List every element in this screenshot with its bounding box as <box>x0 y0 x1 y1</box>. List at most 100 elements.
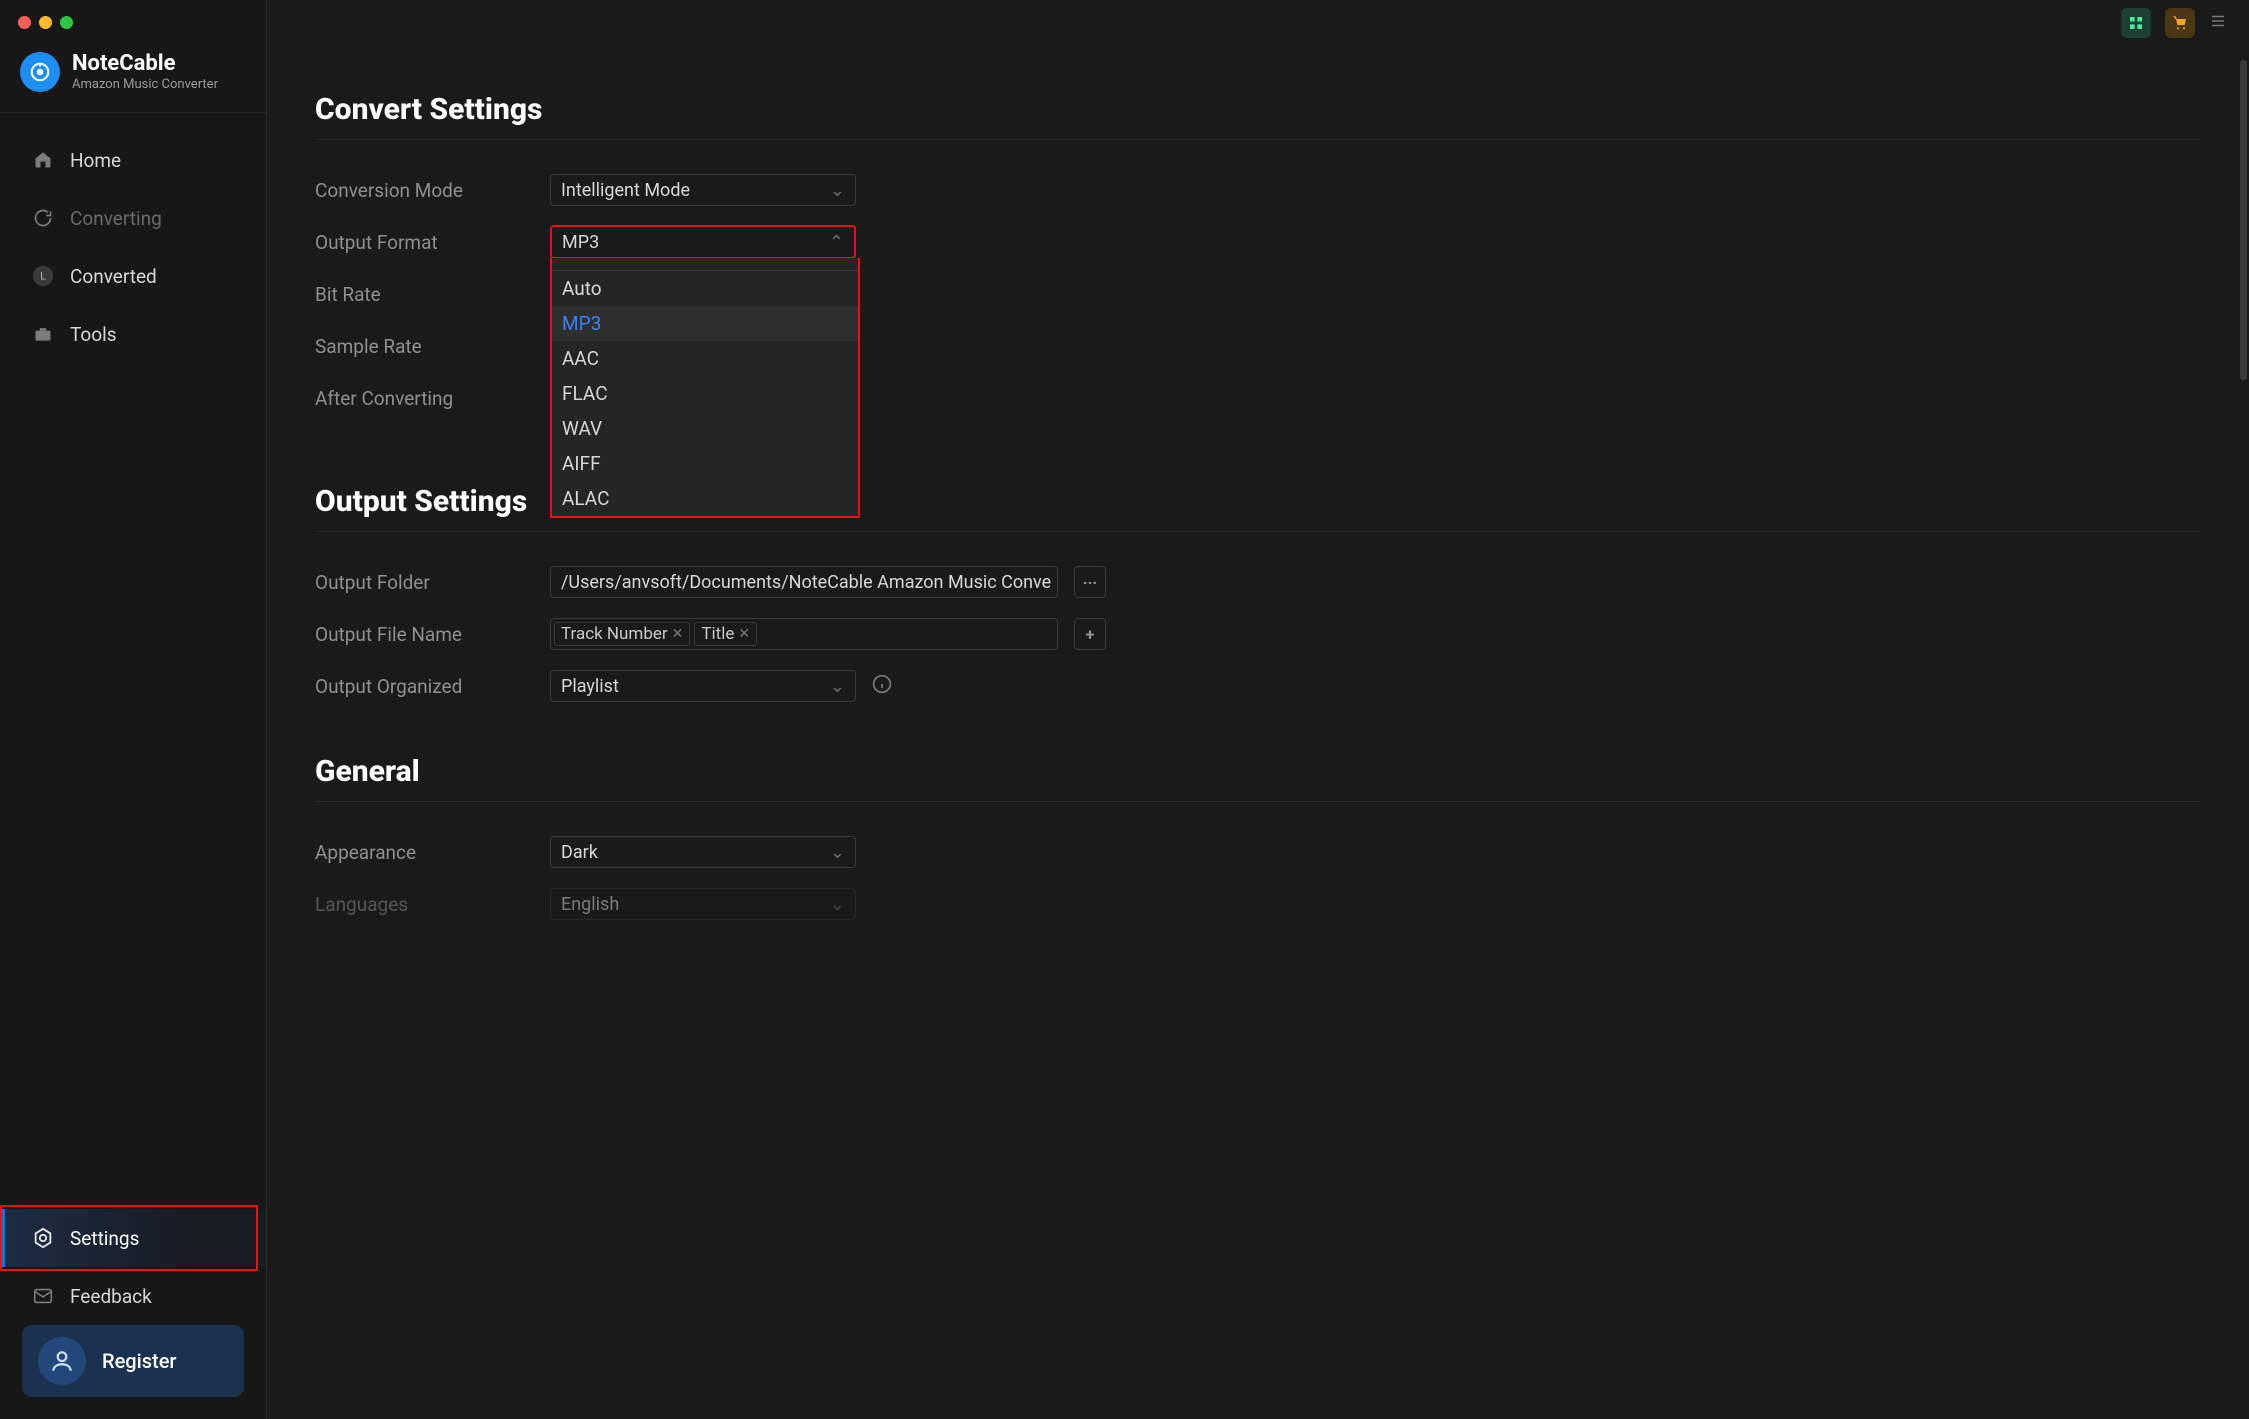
input-output-folder[interactable]: /Users/anvsoft/Documents/NoteCable Amazo… <box>550 566 1058 598</box>
app-title: NoteCable <box>72 52 218 76</box>
sidebar-item-converting[interactable]: Converting <box>0 189 266 247</box>
brand-header: NoteCable Amazon Music Converter <box>0 46 266 113</box>
dropdown-option-aac[interactable]: AAC <box>552 341 858 376</box>
dropdown-option-mp3[interactable]: MP3 <box>552 306 858 341</box>
sidebar-item-settings[interactable]: Settings <box>0 1209 266 1267</box>
chevron-up-icon: ⌃ <box>829 232 844 253</box>
tag-label: Track Number <box>561 624 668 644</box>
cart-button[interactable] <box>2165 8 2195 38</box>
row-output-organized: Output Organized Playlist ⌄ <box>315 660 2201 712</box>
divider <box>315 531 2201 532</box>
sidebar-item-converted[interactable]: L Converted <box>0 247 266 305</box>
label-output-organized: Output Organized <box>315 675 550 698</box>
scrollbar-thumb[interactable] <box>2240 60 2247 380</box>
home-icon <box>30 147 56 173</box>
user-icon <box>38 1337 86 1385</box>
window-maximize-button[interactable] <box>60 16 73 29</box>
select-value: English <box>561 894 619 915</box>
chevron-down-icon: ⌄ <box>830 894 845 915</box>
row-output-format: Output Format MP3 ⌃ AutoMP3AACFLACWAVAIF… <box>315 216 2201 268</box>
dropdown-option-flac[interactable]: FLAC <box>552 376 858 411</box>
active-indicator <box>0 1209 5 1267</box>
select-languages[interactable]: English ⌄ <box>550 888 856 920</box>
app-window: NoteCable Amazon Music Converter Home Co… <box>0 0 2249 1419</box>
browse-folder-button[interactable]: ··· <box>1074 566 1106 598</box>
converting-icon <box>30 205 56 231</box>
register-button[interactable]: Register <box>22 1325 244 1397</box>
section-general: General <box>315 754 2201 789</box>
tag-label: Title <box>701 624 734 644</box>
label-bit-rate: Bit Rate <box>315 283 550 306</box>
label-output-filename: Output File Name <box>315 623 550 646</box>
svg-text:L: L <box>40 272 46 283</box>
select-value: MP3 <box>562 232 599 253</box>
dropdown-option-wav[interactable]: WAV <box>552 411 858 446</box>
select-output-organized[interactable]: Playlist ⌄ <box>550 670 856 702</box>
settings-content: Convert Settings Conversion Mode Intelli… <box>267 92 2249 990</box>
app-logo-icon <box>20 52 60 92</box>
select-output-format[interactable]: MP3 ⌃ <box>550 225 856 259</box>
dropdown-output-format: AutoMP3AACFLACWAVAIFFALAC <box>550 258 860 518</box>
brand-text: NoteCable Amazon Music Converter <box>72 52 218 91</box>
titlebar <box>267 0 2249 46</box>
menu-button[interactable] <box>2209 12 2227 34</box>
sidebar-item-tools[interactable]: Tools <box>0 305 266 363</box>
label-sample-rate: Sample Rate <box>315 335 550 358</box>
row-output-folder: Output Folder /Users/anvsoft/Documents/N… <box>315 556 2201 608</box>
converted-icon: L <box>30 263 56 289</box>
sidebar-item-label: Converted <box>70 265 157 288</box>
scrollbar[interactable] <box>2240 60 2247 1399</box>
row-appearance: Appearance Dark ⌄ <box>315 826 2201 878</box>
select-value: Playlist <box>561 676 619 697</box>
label-after-converting: After Converting <box>315 387 550 410</box>
sidebar-item-label: Home <box>70 149 121 172</box>
sidebar-item-label: Tools <box>70 323 117 346</box>
info-icon[interactable] <box>872 674 892 698</box>
select-value: Dark <box>561 842 598 863</box>
window-minimize-button[interactable] <box>39 16 52 29</box>
sidebar-item-label: Feedback <box>70 1285 152 1308</box>
tools-icon <box>30 321 56 347</box>
divider <box>315 139 2201 140</box>
input-output-filename[interactable]: Track Number✕Title✕ <box>550 618 1058 650</box>
row-languages: Languages English ⌄ <box>315 878 2201 930</box>
remove-tag-icon[interactable]: ✕ <box>738 626 750 642</box>
row-output-filename: Output File Name Track Number✕Title✕ + <box>315 608 2201 660</box>
sidebar-item-label: Settings <box>70 1227 139 1250</box>
ellipsis-icon: ··· <box>1083 573 1097 592</box>
feedback-icon <box>30 1283 56 1309</box>
plus-icon: + <box>1086 625 1095 644</box>
label-appearance: Appearance <box>315 841 550 864</box>
sidebar: NoteCable Amazon Music Converter Home Co… <box>0 0 267 1419</box>
section-convert-settings: Convert Settings <box>315 92 2201 127</box>
select-conversion-mode[interactable]: Intelligent Mode ⌄ <box>550 174 856 206</box>
sidebar-nav: Home Converting L Converted Tools <box>0 113 266 1209</box>
sidebar-item-home[interactable]: Home <box>0 131 266 189</box>
label-conversion-mode: Conversion Mode <box>315 179 550 202</box>
toolbox-button[interactable] <box>2121 8 2151 38</box>
label-languages: Languages <box>315 893 550 916</box>
dropdown-option-auto[interactable]: Auto <box>552 271 858 306</box>
window-close-button[interactable] <box>18 16 31 29</box>
sidebar-item-feedback[interactable]: Feedback <box>0 1267 266 1325</box>
app-subtitle: Amazon Music Converter <box>72 77 218 92</box>
filename-tag[interactable]: Track Number✕ <box>554 622 690 646</box>
row-conversion-mode: Conversion Mode Intelligent Mode ⌄ <box>315 164 2201 216</box>
dropdown-option-alac[interactable]: ALAC <box>552 481 858 516</box>
select-appearance[interactable]: Dark ⌄ <box>550 836 856 868</box>
dropdown-option-aiff[interactable]: AIFF <box>552 446 858 481</box>
sidebar-item-label: Converting <box>70 207 162 230</box>
settings-icon <box>30 1225 56 1251</box>
window-controls <box>0 0 266 46</box>
register-label: Register <box>102 1349 176 1373</box>
label-output-folder: Output Folder <box>315 571 550 594</box>
divider <box>315 801 2201 802</box>
chevron-down-icon: ⌄ <box>830 180 845 201</box>
filename-tag[interactable]: Title✕ <box>694 622 757 646</box>
chevron-down-icon: ⌄ <box>830 676 845 697</box>
label-output-format: Output Format <box>315 231 550 254</box>
main-panel: Convert Settings Conversion Mode Intelli… <box>267 0 2249 1419</box>
remove-tag-icon[interactable]: ✕ <box>672 626 684 642</box>
select-value: Intelligent Mode <box>561 180 690 201</box>
add-filename-tag-button[interactable]: + <box>1074 618 1106 650</box>
